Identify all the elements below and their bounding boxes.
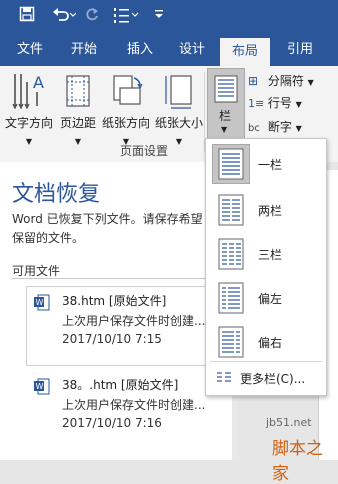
- save-icon[interactable]: [16, 6, 38, 28]
- orientation-icon: [113, 75, 143, 105]
- svg-text:W: W: [36, 382, 44, 391]
- chevron-down-icon: ▼: [74, 137, 82, 146]
- orientation-button[interactable]: 纸张方向 ▼: [100, 72, 152, 147]
- paper-size-icon: [165, 75, 192, 109]
- margins-button[interactable]: 页边距 ▼: [58, 72, 98, 147]
- chevron-down-icon: ▼: [295, 100, 302, 109]
- tab-insert[interactable]: 插入: [116, 36, 164, 66]
- chevron-down-icon: ▼: [25, 137, 33, 146]
- hyphenation-button[interactable]: bc 断字 ▼: [248, 118, 302, 135]
- document-recovery-pane: 文档恢复 Word 已恢复下列文件。请保存希望保留的文件。 可用文件 W 38.…: [0, 162, 232, 460]
- undo-icon[interactable]: [50, 6, 78, 28]
- tab-home[interactable]: 开始: [60, 36, 108, 66]
- breaks-icon: ⊞: [248, 74, 259, 88]
- columns-button[interactable]: 栏 ▼: [207, 68, 245, 142]
- text-direction-button[interactable]: A 文字方向 ▼: [4, 72, 54, 147]
- chevron-down-icon: ▼: [221, 125, 228, 134]
- hyphenation-label: 断字: [267, 120, 292, 134]
- divider: [12, 278, 222, 279]
- more-columns-icon: [217, 372, 231, 382]
- word-file-icon: W: [34, 294, 50, 311]
- margins-label: 页边距: [59, 116, 96, 130]
- columns-option-label: 偏右: [258, 336, 283, 350]
- file-subtitle: 上次用户保存文件时创建...: [62, 398, 206, 412]
- columns-option-one[interactable]: 一栏: [206, 141, 326, 189]
- columns-option-three[interactable]: 三栏: [206, 231, 326, 279]
- right-column-icon: [218, 326, 244, 358]
- quick-access-toolbar: [0, 0, 338, 36]
- columns-option-right[interactable]: 偏右: [206, 319, 326, 367]
- customize-qat-icon[interactable]: [152, 6, 166, 28]
- word-file-icon: W: [34, 378, 50, 395]
- file-name: 38.htm [原始文件]: [62, 294, 167, 308]
- file-subtitle: 上次用户保存文件时创建...: [62, 314, 206, 328]
- svg-text:W: W: [36, 298, 44, 307]
- one-column-icon: [212, 144, 250, 184]
- text-direction-label: 文字方向: [4, 116, 53, 130]
- line-numbers-label: 行号: [267, 96, 292, 110]
- recovery-description: Word 已恢复下列文件。请保存希望保留的文件。: [12, 212, 203, 245]
- two-columns-icon: [218, 194, 244, 226]
- breaks-button[interactable]: ⊞ 分隔符 ▼: [248, 72, 314, 89]
- columns-option-left[interactable]: 偏左: [206, 275, 326, 323]
- file-name: 38。.htm [原始文件]: [62, 378, 179, 392]
- columns-option-two[interactable]: 两栏: [206, 187, 326, 235]
- file-date: 2017/10/10 7:15: [62, 332, 162, 346]
- text-direction-icon: A: [12, 73, 44, 110]
- recovery-title: 文档恢复: [12, 182, 101, 207]
- columns-icon: [214, 75, 238, 103]
- page-setup-group-label: 页面设置: [120, 144, 169, 158]
- three-columns-icon: [218, 238, 244, 270]
- hyphenation-prefix: bc: [248, 123, 260, 134]
- columns-dropdown-menu: 一栏 两栏 三栏 偏左 偏右 更多栏(C)...: [205, 138, 327, 396]
- redo-icon[interactable]: [82, 6, 102, 28]
- watermark-brand: 脚本之家: [272, 439, 323, 484]
- columns-label: 栏: [219, 109, 232, 123]
- size-label: 纸张大小: [154, 116, 203, 130]
- columns-option-label: 一栏: [258, 158, 283, 172]
- chevron-down-icon: ▼: [295, 124, 302, 133]
- columns-option-label: 偏左: [258, 292, 283, 306]
- menu-divider: [210, 361, 322, 362]
- tab-design[interactable]: 设计: [168, 36, 216, 66]
- more-columns-label: 更多栏(C)...: [240, 372, 306, 386]
- tab-layout[interactable]: 布局: [220, 38, 270, 66]
- svg-text:A: A: [33, 73, 44, 92]
- orientation-label: 纸张方向: [101, 116, 150, 130]
- line-numbers-icon: 1≡: [248, 97, 265, 110]
- chevron-down-icon: ▼: [307, 78, 314, 87]
- left-column-icon: [218, 282, 244, 314]
- ribbon-tabs: 文件 开始 插入 设计 布局 引用: [0, 36, 338, 66]
- watermark-site: jb51.net: [266, 416, 312, 429]
- columns-option-label: 两栏: [258, 204, 283, 218]
- columns-option-label: 三栏: [258, 248, 283, 262]
- chevron-down-icon: ▼: [175, 137, 183, 146]
- numbered-list-icon[interactable]: [110, 6, 144, 28]
- file-date: 2017/10/10 7:16: [62, 416, 162, 430]
- recovered-file-item[interactable]: W 38。.htm [原始文件] 上次用户保存文件时创建... 2017/10/…: [26, 372, 228, 452]
- more-columns-item[interactable]: 更多栏(C)...: [206, 365, 326, 391]
- tab-file[interactable]: 文件: [6, 36, 54, 66]
- line-numbers-button[interactable]: 1≡ 行号 ▼: [248, 94, 302, 111]
- tab-references[interactable]: 引用: [276, 36, 324, 66]
- size-button[interactable]: 纸张大小 ▼: [154, 72, 204, 147]
- recovered-file-item[interactable]: W 38.htm [原始文件] 上次用户保存文件时创建... 2017/10/1…: [26, 288, 228, 368]
- breaks-label: 分隔符: [267, 74, 304, 88]
- margins-icon: [66, 75, 90, 107]
- available-files-label: 可用文件: [12, 264, 61, 278]
- hyphenation-icon: bc: [248, 123, 264, 134]
